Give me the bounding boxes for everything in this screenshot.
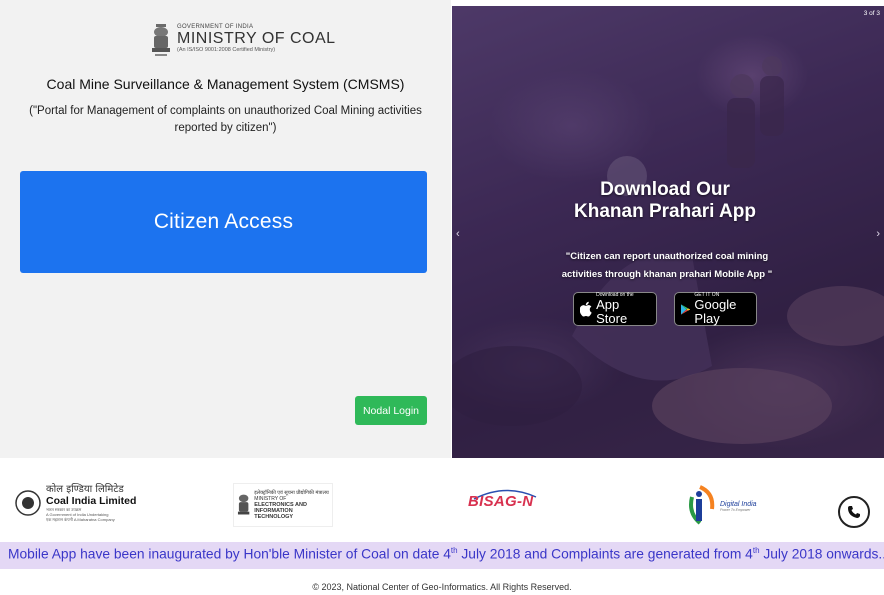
carousel-prev-icon[interactable]: ‹ — [456, 228, 460, 240]
carousel-next-icon[interactable]: › — [876, 228, 880, 240]
meity-logo[interactable]: इलेक्ट्रॉनिकी एवं सूचना प्रौद्योगिकी मंत… — [233, 483, 333, 527]
digital-india-label: Digital India — [720, 500, 757, 508]
coal-india-hindi: कोल इण्डिया लिमिटेड — [46, 484, 124, 495]
partner-logos: कोल इण्डिया लिमिटेड Coal India Limited भ… — [0, 478, 884, 538]
citizen-access-button[interactable]: Citizen Access — [20, 171, 427, 273]
carousel-subtitle: "Citizen can report unauthorized coal mi… — [561, 251, 773, 280]
meity-line-3: INFORMATION TECHNOLOGY — [254, 508, 294, 520]
coal-india-logo[interactable]: कोल इण्डिया लिमिटेड Coal India Limited भ… — [14, 484, 136, 522]
system-title: Coal Mine Surveillance & Management Syst… — [46, 76, 405, 92]
ticker-sup-1: th — [450, 546, 458, 555]
ticker-text-2: July 2018 and Complaints are generated f… — [457, 546, 753, 562]
coal-india-name: Coal India Limited — [46, 495, 137, 507]
left-panel: GOVERNMENT OF INDIA MINISTRY OF COAL (An… — [0, 0, 451, 458]
carousel-overlay — [452, 6, 884, 458]
carousel-title: Download Our Khanan Prahari App — [574, 179, 756, 222]
nodal-login-button[interactable]: Nodal Login — [355, 396, 427, 425]
slide-counter: 3 of 3 — [863, 10, 880, 17]
ticker-text-3: July 2018 onwards.. CMSMS portal — [763, 546, 884, 562]
national-emblem-icon — [152, 24, 170, 56]
digital-india-tagline: Power To Empower — [720, 507, 751, 512]
app-carousel: 3 of 3 ‹ › Download Our Khanan Prahari A… — [452, 6, 884, 458]
coal-india-emblem-icon — [15, 490, 41, 516]
ticker-message: Mobile App have been inaugurated by Hon'… — [8, 546, 884, 562]
digital-india-icon — [689, 485, 715, 525]
meity-emblem-icon — [237, 494, 250, 515]
ministry-header: GOVERNMENT OF INDIA MINISTRY OF COAL (An… — [177, 24, 336, 53]
news-ticker: Mobile App have been inaugurated by Hon'… — [0, 542, 884, 569]
iso-label: (An IS/ISO 9001:2008 Certified Ministry) — [177, 47, 276, 53]
ticker-text-1: Mobile App have been inaugurated by Hon'… — [8, 546, 451, 562]
ministry-title: MINISTRY OF COAL — [177, 30, 336, 47]
phone-icon[interactable] — [838, 496, 870, 528]
ticker-sup-2: th — [752, 546, 760, 555]
google-play-label: Google Play — [694, 297, 737, 326]
google-play-icon — [681, 303, 691, 315]
footer-copyright: © 2023, National Center of Geo-Informati… — [312, 582, 572, 592]
bisag-logo[interactable]: BISAG-N — [468, 493, 533, 510]
digital-india-logo[interactable]: Digital India Power To Empower — [684, 483, 757, 529]
app-store-button[interactable]: Download on the App Store — [573, 292, 657, 326]
google-play-button[interactable]: GET IT ON Google Play — [674, 292, 757, 326]
app-store-label: App Store — [596, 297, 628, 326]
coal-india-tagline-3: एक महारत्न कंपनी A Maharatna Company — [46, 517, 115, 522]
phone-handset-icon — [848, 506, 860, 518]
apple-icon — [580, 301, 592, 317]
system-subtitle: ("Portal for Management of complaints on… — [29, 105, 422, 134]
